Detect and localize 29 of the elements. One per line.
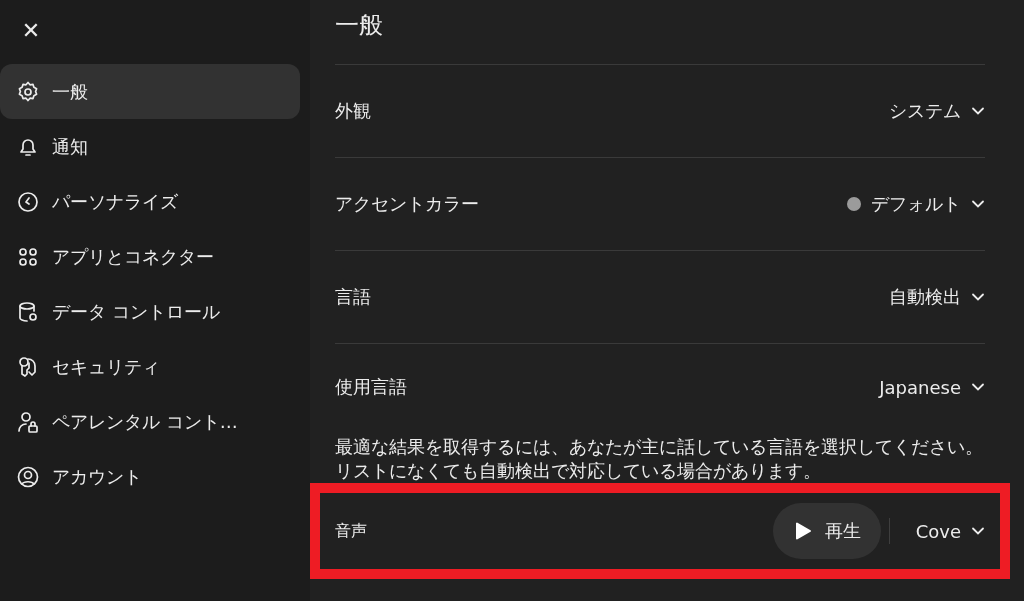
dropdown[interactable]: デフォルト xyxy=(847,192,985,216)
page-title: 一般 xyxy=(335,0,985,65)
color-dot xyxy=(847,197,861,211)
setting-label: 言語 xyxy=(335,285,371,309)
sidebar-item[interactable]: ペアレンタル コント… xyxy=(0,394,300,449)
help-text: 最適な結果を取得するには、あなたが主に話している言語を選択してください。リストになくても自動検出で対応している場合があります。 xyxy=(335,435,984,483)
dropdown[interactable]: Japanese xyxy=(879,376,985,398)
setting-label: 使用言語 xyxy=(335,375,407,399)
database-gear-icon xyxy=(16,299,40,324)
clock-icon xyxy=(16,189,40,214)
setting-label: 音声 xyxy=(335,520,367,542)
sidebar-item[interactable]: 一般 xyxy=(0,64,300,119)
dropdown[interactable]: Cove xyxy=(915,520,985,542)
sidebar-item[interactable]: アプリとコネクター xyxy=(0,229,300,284)
sidebar-item[interactable]: パーソナライズ xyxy=(0,174,300,229)
sidebar-item[interactable]: セキュリティ xyxy=(0,339,300,394)
close-button[interactable]: ✕ xyxy=(18,16,44,44)
sidebar-item[interactable]: 通知 xyxy=(0,119,300,174)
user-circle-icon xyxy=(16,464,40,489)
sidebar-item[interactable]: アカウント xyxy=(0,449,300,504)
dropdown[interactable]: 自動検出 xyxy=(889,285,985,309)
dropdown[interactable]: システム xyxy=(889,99,985,123)
user-lock-icon xyxy=(16,409,40,434)
play-icon xyxy=(794,522,811,540)
setting-label: 外観 xyxy=(335,99,371,123)
setting-label: アクセントカラー xyxy=(335,192,479,216)
play-button[interactable]: 再生 xyxy=(772,503,881,559)
sidebar-item[interactable]: データ コントロール xyxy=(0,284,300,339)
settings-icon xyxy=(16,79,40,104)
